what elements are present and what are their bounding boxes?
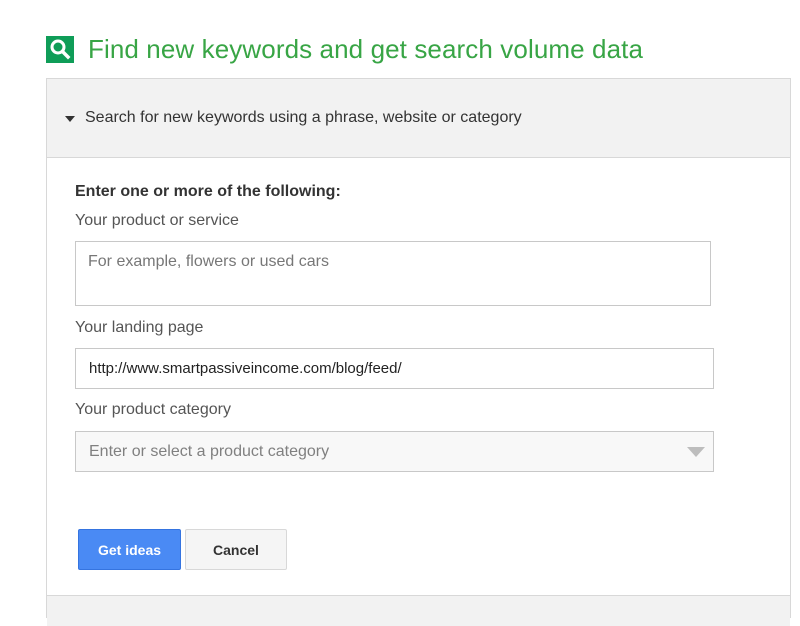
category-select[interactable]: Enter or select a product category xyxy=(75,431,714,472)
landing-page-input[interactable] xyxy=(75,348,714,389)
page-title: Find new keywords and get search volume … xyxy=(88,33,644,64)
dropdown-arrow-icon[interactable] xyxy=(687,447,705,457)
landing-page-label: Your landing page xyxy=(75,319,204,336)
caret-down-icon xyxy=(65,115,75,122)
category-placeholder: Enter or select a product category xyxy=(89,442,330,460)
next-section-header[interactable] xyxy=(47,595,790,626)
category-label: Your product category xyxy=(75,401,231,418)
product-label: Your product or service xyxy=(75,212,239,229)
form-instruction: Enter one or more of the following: xyxy=(75,183,341,200)
product-input[interactable] xyxy=(75,241,711,306)
get-ideas-button[interactable]: Get ideas xyxy=(78,529,181,570)
search-icon xyxy=(46,35,74,63)
cancel-button[interactable]: Cancel xyxy=(185,529,287,570)
search-panel: Search for new keywords using a phrase, … xyxy=(46,78,791,626)
page-header: Find new keywords and get search volume … xyxy=(46,33,643,65)
section-title: Search for new keywords using a phrase, … xyxy=(85,109,522,126)
section-toggle[interactable]: Search for new keywords using a phrase, … xyxy=(47,79,790,158)
